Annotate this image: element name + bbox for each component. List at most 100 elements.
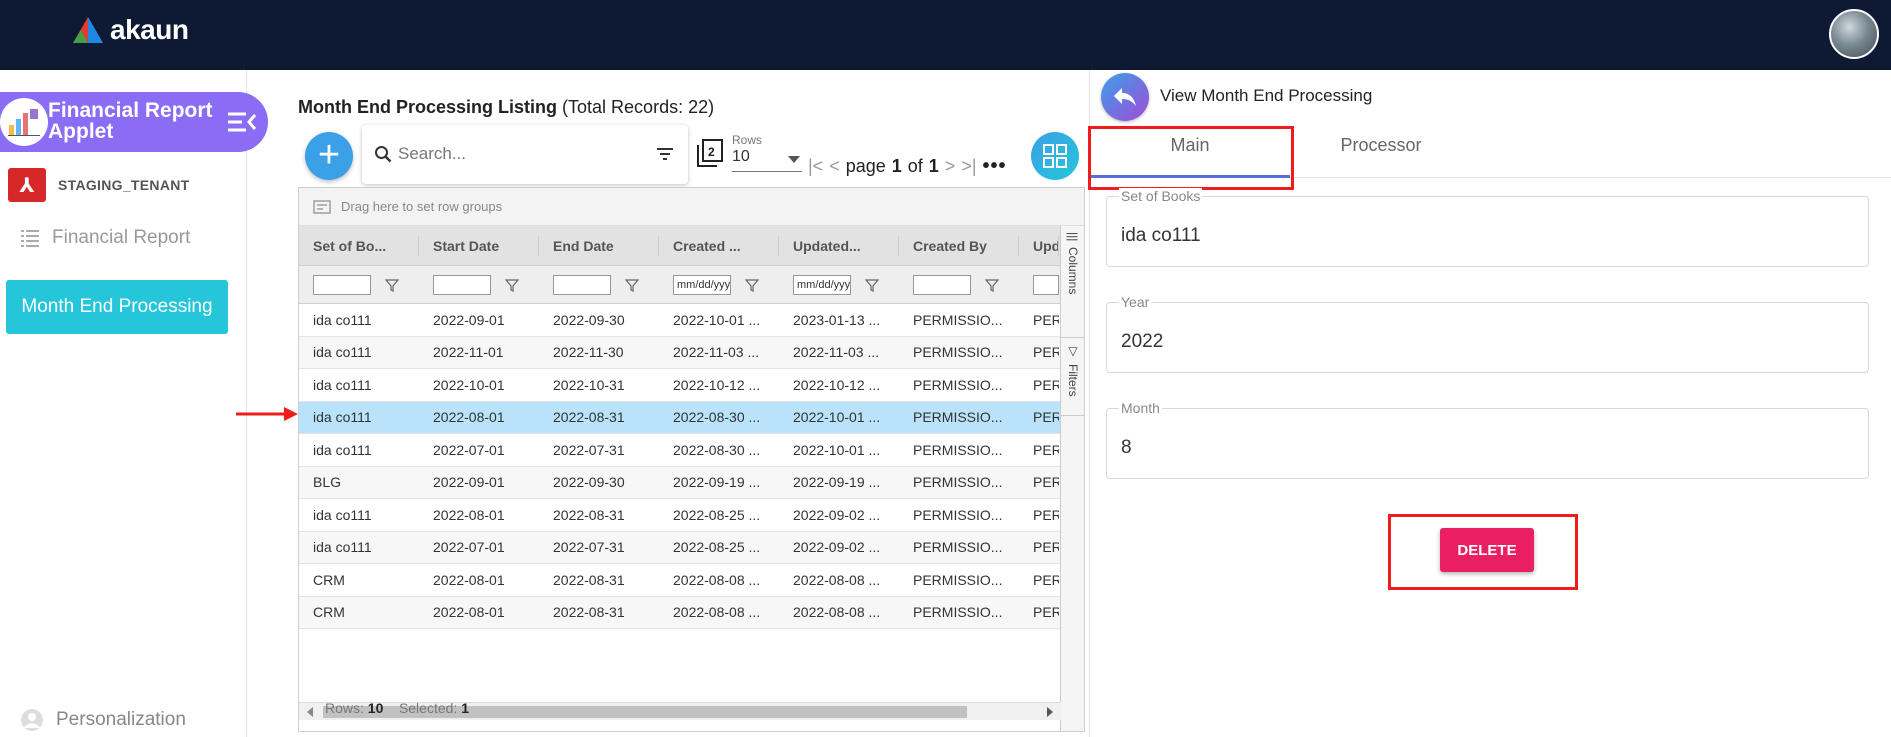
table-cell: ida co111 (313, 539, 372, 556)
copy-pages-icon[interactable]: 2 (696, 138, 724, 168)
row-group-panel[interactable]: Drag here to set row groups (299, 188, 1084, 226)
report-list-icon (21, 230, 39, 247)
filter-row: mm/dd/yyyy mm/dd/yyyy (299, 266, 1061, 304)
grid-status-bar: Rows: 10 Selected: 1 (325, 700, 469, 716)
table-row[interactable]: ida co111 2022-11-01 2022-11-30 2022-11-03 … (299, 336, 1061, 369)
table-row[interactable]: CRM 2022-08-01 2022-08-31 2022-08-08 ... 202… (299, 564, 1061, 597)
listing-title: Month End Processing Listing (Total Reco… (298, 97, 714, 118)
table-row[interactable]: CRM 2022-08-01 2022-08-31 2022-08-08 ... 202… (299, 596, 1061, 629)
rows-per-page[interactable]: Rows 10 (732, 133, 802, 172)
column-header[interactable]: Start Date (419, 235, 539, 256)
column-header[interactable]: Upd (1019, 235, 1059, 256)
sidebar-item-financial-report[interactable]: Financial Report (20, 227, 190, 249)
table-cell: PERI (1033, 604, 1059, 621)
last-page-icon[interactable]: >| (961, 156, 976, 177)
column-filter-input[interactable] (913, 274, 971, 295)
table-cell: BLG (313, 474, 342, 491)
add-button[interactable]: + (305, 132, 353, 180)
table-cell: 2022-09-02 ... (793, 539, 881, 556)
sidebar-item-personalization[interactable]: Personalization (20, 708, 186, 732)
page-current: 1 (891, 156, 902, 176)
year-field[interactable]: Year 2022 (1106, 294, 1869, 373)
table-cell: 2022-09-01 (433, 311, 505, 328)
table-cell: PERI (1033, 441, 1059, 458)
sidebar-item-label: Month End Processing (21, 296, 213, 317)
scroll-left-icon[interactable] (307, 707, 313, 717)
column-filter-input[interactable] (433, 274, 491, 295)
funnel-icon[interactable] (745, 278, 759, 292)
column-filter-input[interactable] (1033, 274, 1059, 295)
column-header[interactable]: End Date (539, 235, 659, 256)
column-header[interactable]: Updated... (779, 235, 899, 256)
columns-tab[interactable]: ||| Columns (1061, 226, 1084, 338)
next-page-icon[interactable]: > (945, 156, 956, 177)
column-header[interactable]: Created By (899, 235, 1019, 256)
page-total: 1 (928, 156, 939, 176)
month-field[interactable]: Month 8 (1106, 400, 1869, 479)
tenant-selector[interactable]: ⅄ STAGING_TENANT (8, 168, 190, 202)
column-filter-input[interactable]: mm/dd/yyyy (793, 274, 851, 295)
svg-text:2: 2 (708, 145, 715, 159)
sidebar-item-label: Personalization (56, 709, 186, 730)
columns-tab-label: Columns (1066, 247, 1080, 295)
sidebar-item-month-end-processing[interactable]: Month End Processing (6, 280, 228, 334)
table-cell: PERMISSIO... (913, 474, 1003, 491)
footer-rows-label: Rows: (325, 700, 364, 716)
table-cell: 2022-08-08 ... (673, 604, 761, 621)
column-filter-input[interactable] (553, 274, 611, 295)
delete-button[interactable]: DELETE (1440, 528, 1534, 572)
scroll-right-icon[interactable] (1047, 707, 1053, 717)
table-row[interactable]: ida co111 2022-10-01 2022-10-31 2022-10-12 … (299, 369, 1061, 402)
table-cell: 2022-08-01 (433, 604, 505, 621)
rows-value: 10 (732, 148, 750, 165)
search-input[interactable] (398, 139, 638, 169)
filter-cell: mm/dd/yyyy (659, 274, 779, 295)
filter-list-icon[interactable] (656, 147, 674, 161)
table-row[interactable]: ida co111 2022-09-01 2022-09-30 2022-10-01 … (299, 304, 1061, 337)
table-cell: 2022-10-01 ... (793, 409, 881, 426)
table-cell: 2022-08-31 (553, 604, 625, 621)
table-row[interactable]: ida co111 2022-08-01 2022-08-31 2022-08-25 … (299, 499, 1061, 532)
set-of-books-field[interactable]: Set of Books ida co111 (1106, 188, 1869, 267)
table-row[interactable]: ida co111 2022-07-01 2022-07-31 2022-08-30 … (299, 434, 1061, 467)
month-label: Month (1119, 400, 1162, 416)
report-chart-icon (0, 98, 48, 146)
pagination: |< < page 1 of 1 > >| ••• (808, 155, 1007, 178)
back-button[interactable] (1101, 73, 1149, 121)
table-cell: PERMISSIO... (913, 344, 1003, 361)
set-of-books-value: ida co111 (1121, 225, 1201, 246)
table-cell: 2022-08-01 (433, 409, 505, 426)
column-filter-input[interactable] (313, 274, 371, 295)
table-cell: PERMISSIO... (913, 441, 1003, 458)
group-rows-icon (313, 199, 331, 214)
user-avatar[interactable] (1829, 9, 1879, 59)
side-tool-panel: ||| Columns ▽ Filters (1060, 226, 1084, 731)
grid-view-button[interactable] (1031, 132, 1079, 180)
column-filter-input[interactable]: mm/dd/yyyy (673, 274, 731, 295)
brand-logo[interactable]: akaun (72, 14, 189, 46)
funnel-icon[interactable] (625, 278, 639, 292)
funnel-icon[interactable] (865, 278, 879, 292)
more-options-icon[interactable]: ••• (983, 155, 1007, 178)
column-header[interactable]: Created ... (659, 235, 779, 256)
funnel-icon[interactable] (985, 278, 999, 292)
table-cell: 2023-01-13 ... (793, 311, 881, 328)
tab-processor[interactable]: Processor (1281, 126, 1481, 178)
page-of: of (907, 156, 923, 176)
table-row[interactable]: ida co111 2022-08-01 2022-08-31 2022-08-30 … (299, 401, 1061, 434)
table-cell: 2022-09-02 ... (793, 506, 881, 523)
funnel-icon[interactable] (505, 278, 519, 292)
table-cell: 2022-08-31 (553, 409, 625, 426)
table-row[interactable]: BLG 2022-09-01 2022-09-30 2022-09-19 ... 202… (299, 466, 1061, 499)
filters-tab[interactable]: ▽ Filters (1061, 338, 1084, 416)
column-header[interactable]: Set of Bo... (299, 235, 419, 256)
prev-page-icon[interactable]: < (829, 156, 840, 177)
table-cell: PERI (1033, 311, 1059, 328)
table-cell: 2022-08-08 ... (673, 571, 761, 588)
table-cell: PERMISSIO... (913, 506, 1003, 523)
first-page-icon[interactable]: |< (808, 156, 823, 177)
collapse-menu-icon[interactable] (224, 106, 258, 138)
rows-select[interactable]: 10 (732, 148, 802, 172)
table-row[interactable]: ida co111 2022-07-01 2022-07-31 2022-08-25 … (299, 531, 1061, 564)
funnel-icon[interactable] (385, 278, 399, 292)
